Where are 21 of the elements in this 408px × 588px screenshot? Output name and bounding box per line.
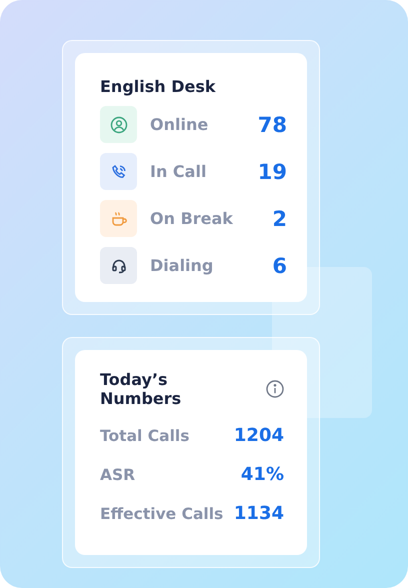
status-icon [100,153,137,190]
card-title: Today’s Numbers [100,370,182,408]
status-icon [100,106,137,143]
status-count: 2 [272,206,287,230]
info-icon[interactable] [266,380,284,398]
status-count: 19 [258,160,287,184]
metric-value: 1134 [234,503,284,524]
metric-label: Effective Calls [100,504,224,522]
status-label: Online [150,115,210,134]
metric-label: Total Calls [100,426,190,444]
status-icon [100,247,137,284]
status-label: In Call [150,162,208,181]
status-label: Dialing [150,256,214,275]
metric-label: ASR [100,466,136,484]
status-count: 78 [258,112,287,136]
status-icon [100,200,137,237]
metric-value: 41% [240,464,284,485]
card-title: English Desk [100,77,217,96]
metric-value: 1204 [234,425,284,446]
status-count: 6 [272,254,287,278]
status-label: On Break [150,209,234,228]
